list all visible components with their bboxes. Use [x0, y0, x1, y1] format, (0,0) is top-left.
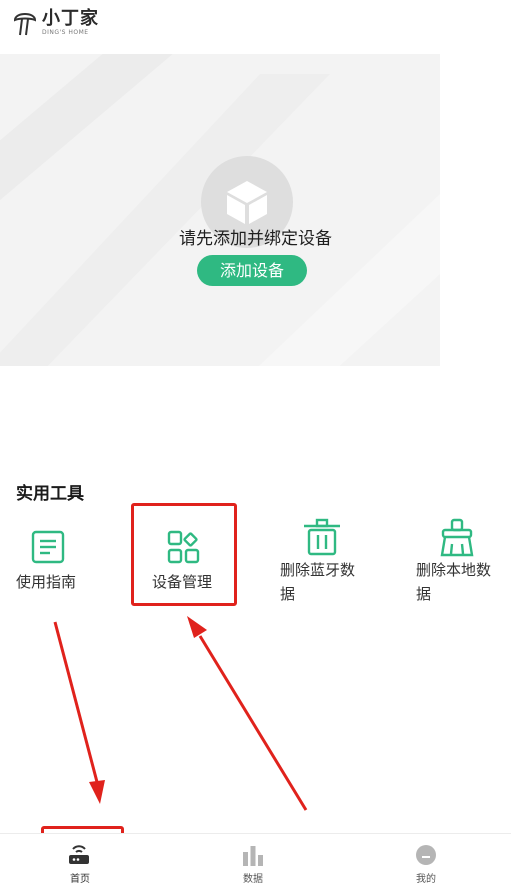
tool-label: 使用指南 [16, 573, 77, 591]
nav-tab-me[interactable]: 我的 [386, 834, 466, 890]
tool-label: 删除蓝牙数 据 [280, 561, 356, 603]
nav-tab-home[interactable]: 首页 [40, 834, 120, 890]
nav-label: 数据 [243, 874, 263, 885]
tool-label: 删除本地数 据 [416, 561, 492, 603]
add-device-button[interactable]: 添加设备 [197, 255, 307, 286]
tool-delete-bluetooth-data[interactable]: 删除蓝牙数 据 [270, 516, 380, 606]
bar-chart-icon [243, 846, 263, 866]
logo-mushroom-icon [13, 13, 37, 36]
logo-title: 小丁家 [42, 8, 99, 29]
cube-icon [227, 181, 267, 224]
tool-delete-local-data[interactable]: 删除本地数 据 [406, 516, 511, 606]
nav-label: 我的 [416, 874, 436, 885]
nav-tab-data[interactable]: 数据 [213, 834, 293, 890]
app-logo: 小丁家 DING'S HOME [12, 6, 99, 40]
user-icon [416, 845, 436, 865]
router-icon [69, 845, 89, 864]
highlight-box-device-management [131, 503, 237, 606]
logo-subtitle: DING'S HOME [42, 29, 89, 36]
tool-user-guide[interactable]: 使用指南 [0, 516, 120, 606]
trash-icon [304, 518, 340, 556]
nav-label: 首页 [70, 874, 90, 885]
empty-device-banner [0, 54, 440, 366]
guide-document-icon [31, 530, 65, 564]
empty-state-message: 请先添加并绑定设备 [179, 229, 332, 249]
tools-section-title: 实用工具 [16, 484, 84, 504]
brush-clean-icon [440, 518, 474, 557]
bottom-nav: 首页 数据 我的 [0, 833, 511, 890]
